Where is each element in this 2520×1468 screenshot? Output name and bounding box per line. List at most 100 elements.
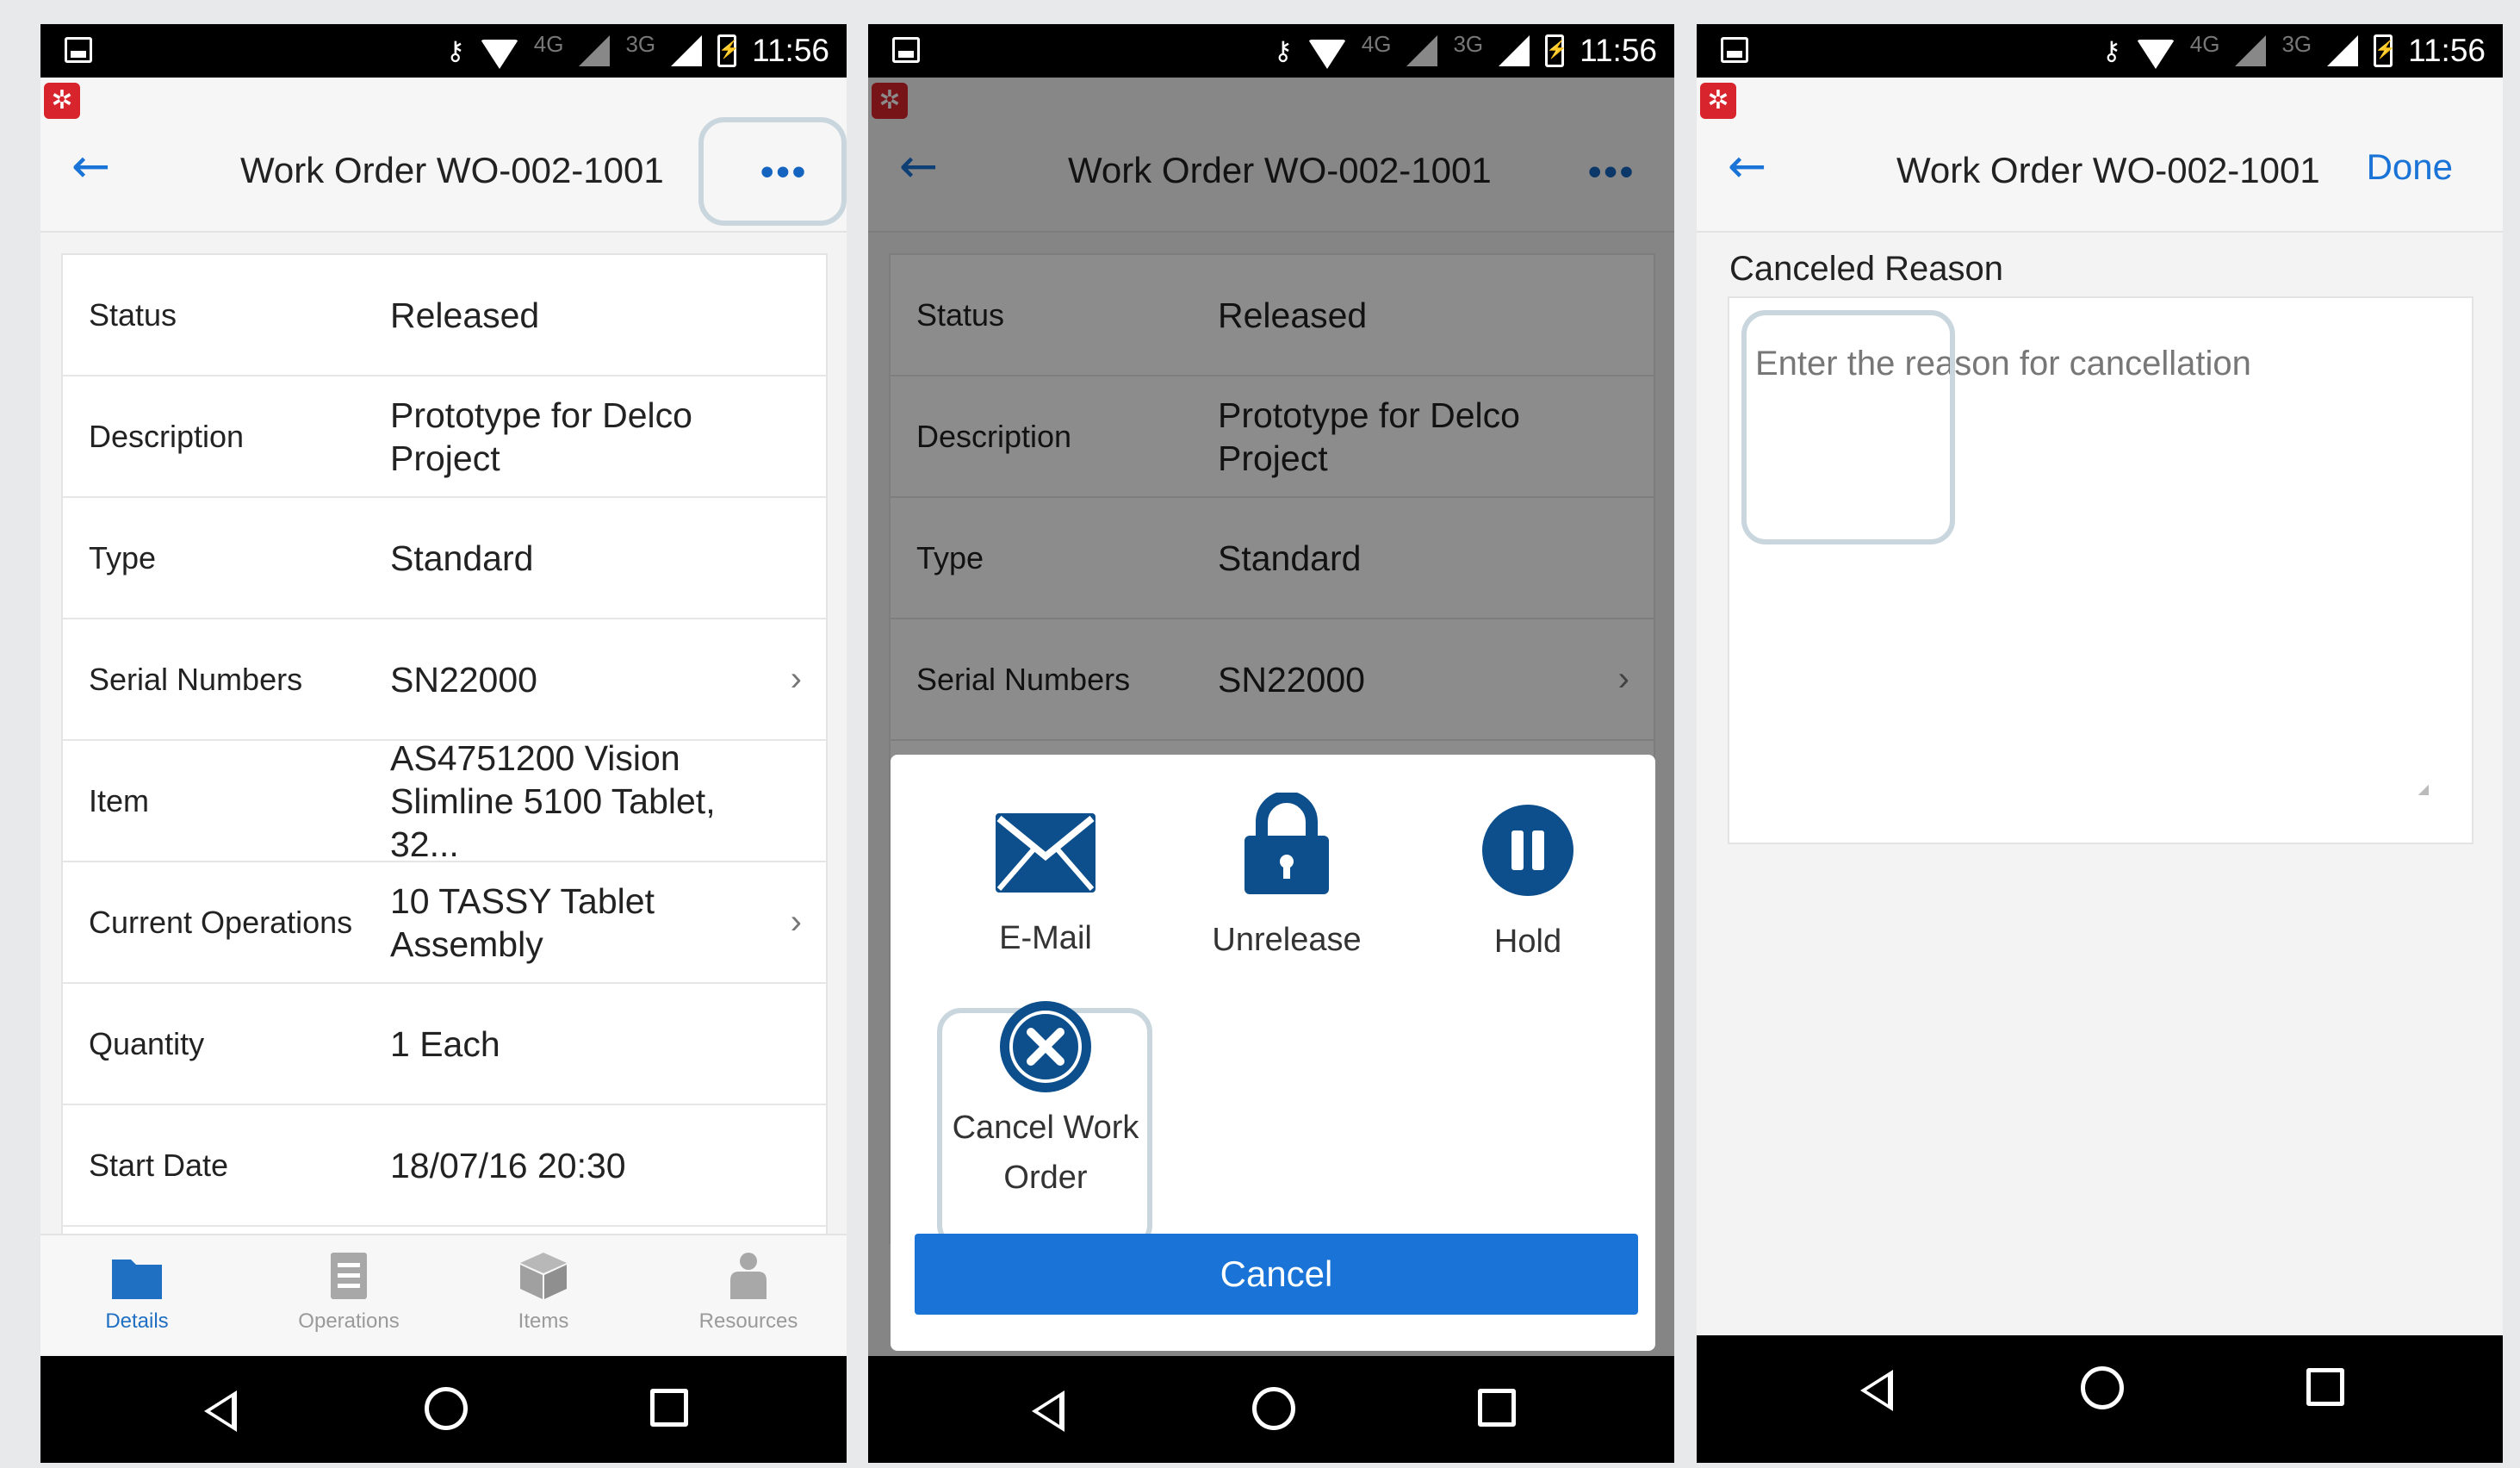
back-arrow-icon[interactable]: ← [71, 143, 110, 190]
network-3g-label: 3G [1453, 30, 1484, 57]
padlock-icon [1244, 793, 1329, 894]
tab-label: Details [105, 1309, 169, 1333]
android-nav-bar [868, 1356, 1674, 1463]
network-4g-label: 4G [2189, 30, 2220, 57]
folder-icon [112, 1260, 162, 1299]
done-button[interactable]: Done [2367, 146, 2453, 188]
tab-resources[interactable]: Resources [671, 1251, 826, 1334]
chevron-right-icon[interactable]: › [791, 619, 802, 739]
row-value: AS4751200 Vision Slimline 5100 Tablet, 3… [390, 737, 716, 864]
phone-screen-cancel-reason: ⚷ 4G 3G 11:56 ✲ ← Work Order WO-002-1001… [1697, 24, 2503, 1463]
network-4g-label: 4G [533, 30, 564, 57]
android-nav-bar [40, 1356, 847, 1463]
row-value: Prototype for Delco Project [390, 395, 692, 478]
cancel-work-order-label: Cancel Work Order [952, 1110, 1139, 1196]
signal-icon [2327, 35, 2359, 66]
cancel-button[interactable]: Cancel [915, 1234, 1638, 1315]
network-4g-label: 4G [1361, 30, 1392, 57]
status-time: 11:56 [2408, 33, 2486, 68]
signal-icon [1499, 35, 1530, 66]
hold-label: Hold [1493, 924, 1562, 960]
tab-items[interactable]: Items [466, 1251, 621, 1334]
header-bar: ✲ ← Work Order WO-002-1001 Done [1697, 78, 2503, 233]
row-value: Released [390, 295, 540, 335]
more-options-icon[interactable]: ••• [760, 153, 808, 191]
tab-label: Items [518, 1309, 569, 1333]
status-bar: ⚷ 4G 3G 11:56 [1697, 24, 2503, 78]
signal-icon [671, 35, 703, 66]
input-focus-highlight [1741, 310, 1955, 544]
battery-icon [2374, 34, 2396, 67]
detail-row: Quantity 1 Each [63, 984, 826, 1105]
nav-recents-icon[interactable] [1478, 1389, 1516, 1427]
tab-operations[interactable]: Operations [271, 1251, 426, 1334]
unrelease-label: Unrelease [1212, 922, 1362, 958]
cancel-work-order-action[interactable]: Cancel Work Order [934, 1001, 1158, 1203]
wifi-icon [480, 40, 518, 69]
tab-details[interactable]: Details [59, 1251, 214, 1334]
key-icon: ⚷ [2101, 35, 2121, 66]
row-value: 18/07/16 20:30 [390, 1145, 626, 1185]
chevron-right-icon[interactable]: › [791, 862, 802, 982]
row-label: Serial Numbers [89, 661, 303, 697]
nav-back-icon[interactable] [1860, 1370, 1893, 1411]
signal-icon [1406, 35, 1438, 66]
row-value: Standard [390, 538, 534, 578]
detail-row: Status Released [63, 255, 826, 376]
phone-screen-details: ⚷ 4G 3G 11:56 ✲ ← Work Order WO-002-1001… [40, 24, 847, 1463]
back-arrow-icon[interactable]: ← [1728, 143, 1766, 190]
detail-row: Start Date 18/07/16 20:30 [63, 1105, 826, 1227]
row-label: Current Operations [89, 904, 353, 940]
details-list: Status Released Description Prototype for D… [61, 253, 828, 1244]
resize-grip-icon[interactable]: ◢ [2418, 781, 2429, 798]
nav-recents-icon[interactable] [650, 1389, 688, 1427]
email-action[interactable]: E-Mail [934, 813, 1158, 963]
battery-icon [1545, 34, 1567, 67]
detail-row[interactable]: Current Operations 10 TASSY Tablet Assemb… [63, 862, 826, 984]
row-value: 10 TASSY Tablet Assembly [390, 880, 655, 964]
canceled-reason-label: Canceled Reason [1729, 250, 2003, 288]
status-bar: ⚷ 4G 3G 11:56 [40, 24, 847, 78]
image-notification-icon [65, 37, 92, 63]
row-label: Type [89, 539, 157, 575]
network-3g-label: 3G [625, 30, 656, 57]
nav-home-icon[interactable] [2081, 1366, 2124, 1409]
signal-icon [579, 35, 611, 66]
page-title: Work Order WO-002-1001 [1896, 150, 2320, 190]
key-icon: ⚷ [1273, 35, 1293, 66]
nav-home-icon[interactable] [425, 1387, 468, 1430]
image-notification-icon [1721, 37, 1748, 63]
status-bar: ⚷ 4G 3G 11:56 [868, 24, 1674, 78]
status-time: 11:56 [1580, 33, 1657, 68]
detail-row: Item AS4751200 Vision Slimline 5100 Table… [63, 737, 826, 864]
phone-screen-actions: ⚷ 4G 3G 11:56 ✲ ← Work Order WO-002-1001… [868, 24, 1674, 1463]
pause-icon [1482, 805, 1573, 896]
nav-recents-icon[interactable] [2306, 1368, 2344, 1406]
cancel-x-icon [1000, 1001, 1091, 1092]
bug-report-icon[interactable]: ✲ [1700, 83, 1736, 119]
row-label: Start Date [89, 1147, 229, 1183]
row-label: Description [89, 418, 245, 454]
nav-home-icon[interactable] [1252, 1387, 1295, 1430]
network-3g-label: 3G [2281, 30, 2312, 57]
row-label: Quantity [89, 1025, 205, 1061]
tab-label: Operations [298, 1309, 400, 1333]
nav-back-icon[interactable] [204, 1390, 237, 1432]
row-label: Item [89, 782, 150, 818]
nav-back-icon[interactable] [1032, 1390, 1064, 1432]
signal-icon [2235, 35, 2267, 66]
page-title: Work Order WO-002-1001 [240, 150, 664, 190]
email-label: E-Mail [999, 920, 1092, 956]
status-time: 11:56 [752, 33, 829, 68]
bug-report-icon[interactable]: ✲ [44, 83, 80, 119]
detail-row: Type Standard [63, 498, 826, 619]
key-icon: ⚷ [445, 35, 465, 66]
person-icon [730, 1253, 767, 1299]
wifi-icon [2136, 40, 2175, 69]
header-bar: ✲ ← Work Order WO-002-1001 ••• [40, 78, 847, 233]
detail-row[interactable]: Serial Numbers SN22000 › [63, 619, 826, 741]
hold-action[interactable]: Hold [1416, 805, 1640, 967]
unrelease-action[interactable]: Unrelease [1175, 793, 1399, 965]
action-sheet: E-Mail Unrelease Hold Cancel Work Order … [891, 755, 1655, 1351]
battery-icon [717, 34, 740, 67]
